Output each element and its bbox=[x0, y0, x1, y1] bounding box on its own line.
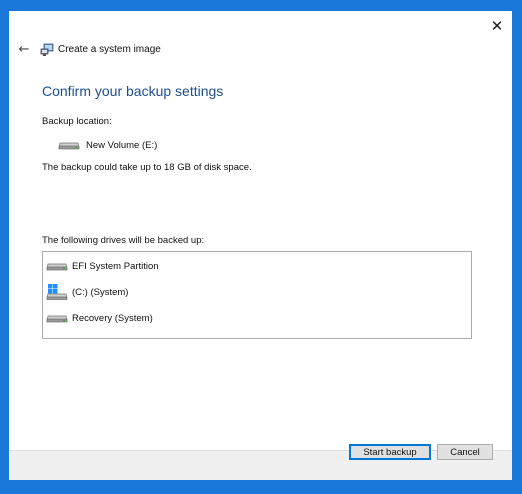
disk-space-note: The backup could take up to 18 GB of dis… bbox=[42, 162, 252, 173]
drives-list[interactable]: EFI System Partition (C:) (System) Recov… bbox=[42, 251, 472, 339]
system-image-dialog: ✕ ← Create a system image Confirm your b… bbox=[9, 11, 512, 480]
drive-icon bbox=[58, 142, 80, 150]
drive-label: (C:) (System) bbox=[72, 286, 129, 298]
backup-location-label: Backup location: bbox=[42, 116, 112, 127]
back-arrow-icon: ← bbox=[18, 41, 30, 57]
page-title: Confirm your backup settings bbox=[42, 83, 224, 99]
list-item[interactable]: (C:) (System) bbox=[46, 284, 128, 300]
window-title: Create a system image bbox=[58, 44, 161, 55]
cancel-button[interactable]: Cancel bbox=[437, 444, 493, 460]
system-image-icon bbox=[40, 43, 54, 56]
start-backup-button[interactable]: Start backup bbox=[349, 444, 431, 460]
close-icon: ✕ bbox=[490, 17, 504, 35]
list-item[interactable]: Recovery (System) bbox=[46, 310, 153, 326]
drive-icon bbox=[46, 263, 68, 271]
backup-location-value: New Volume (E:) bbox=[86, 139, 158, 151]
drives-list-label: The following drives will be backed up: bbox=[42, 235, 205, 246]
list-item[interactable]: EFI System Partition bbox=[46, 258, 159, 274]
windows-drive-icon bbox=[46, 284, 68, 300]
drive-icon bbox=[46, 315, 68, 323]
drive-label: EFI System Partition bbox=[72, 260, 159, 272]
back-button[interactable]: ← bbox=[15, 41, 33, 57]
drive-label: Recovery (System) bbox=[72, 312, 153, 324]
close-button[interactable]: ✕ bbox=[486, 15, 508, 37]
backup-location-row: New Volume (E:) bbox=[58, 138, 157, 152]
